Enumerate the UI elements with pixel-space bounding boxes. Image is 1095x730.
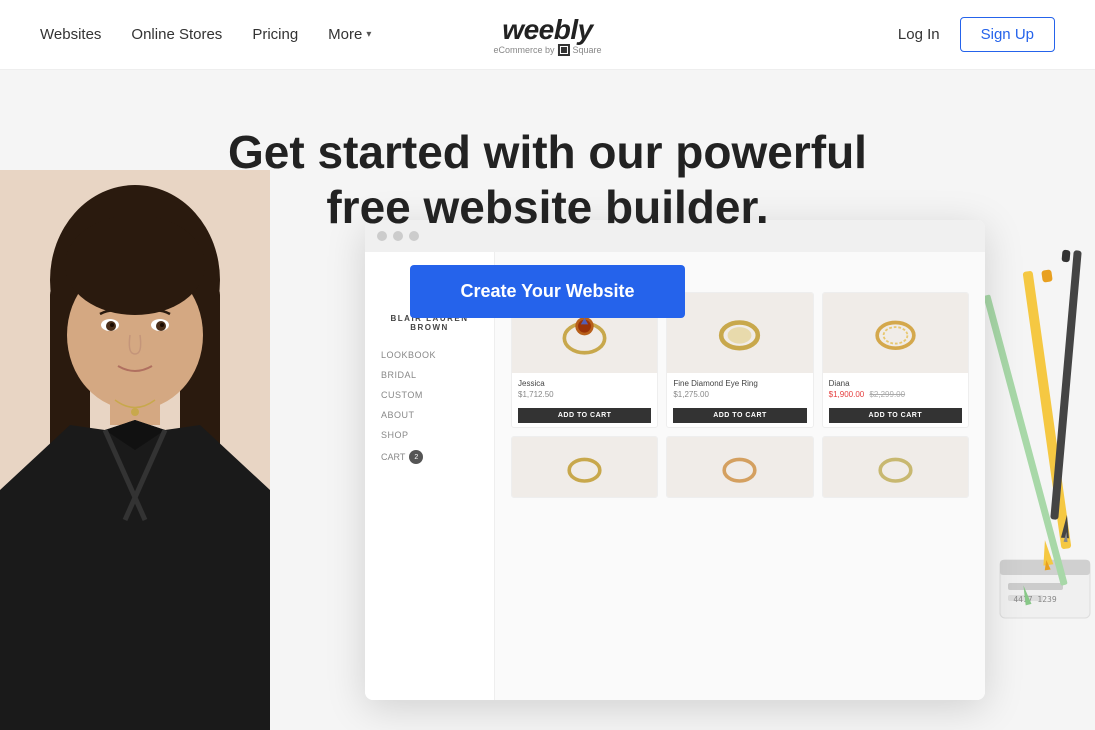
decoration-illustration: 4417 1239 (980, 170, 1095, 730)
person-illustration (0, 170, 270, 730)
ring-icon-4 (562, 445, 607, 490)
tagline: eCommerce by Square (493, 44, 601, 56)
mockup-body: BLAIR LAUREN BROWN LOOKBOOK BRIDAL CUSTO… (365, 252, 985, 700)
product-orig-price-3: $2,299.00 (869, 390, 905, 399)
logo: weebly eCommerce by Square (493, 14, 601, 56)
product-img-4 (512, 437, 657, 497)
mockup-sidebar: BLAIR LAUREN BROWN LOOKBOOK BRIDAL CUSTO… (365, 252, 495, 700)
person-photo (0, 170, 270, 730)
product-info-2: Fine Diamond Eye Ring $1,275.00 ADD TO C… (667, 373, 812, 427)
chevron-down-icon: ▾ (366, 29, 371, 40)
ring-icon-5 (717, 445, 762, 490)
hero-section: Get started with our powerful free websi… (0, 70, 1095, 730)
add-to-cart-3[interactable]: ADD TO CART (829, 408, 962, 423)
product-name-3: Diana (829, 379, 962, 388)
product-name-1: Jessica (518, 379, 651, 388)
mockup-nav-about: ABOUT (381, 410, 478, 420)
headline-text: Get started with our powerful free websi… (198, 125, 898, 235)
mockup-product-6 (822, 436, 969, 498)
nav-item-more[interactable]: More ▾ (328, 26, 371, 43)
nav-item-websites[interactable]: Websites (40, 26, 101, 43)
product-price-2: $1,275.00 (673, 390, 806, 399)
mockup-cart-label: CART (381, 452, 405, 462)
product-info-3: Diana $1,900.00 $2,299.00 ADD TO CART (823, 373, 968, 427)
product-img-5 (667, 437, 812, 497)
mockup-product-grid-2 (511, 436, 969, 498)
nav-item-online-stores[interactable]: Online Stores (131, 26, 222, 43)
login-button[interactable]: Log In (898, 26, 940, 43)
mockup-product-5 (666, 436, 813, 498)
hero-headline: Get started with our powerful free websi… (0, 70, 1095, 235)
mockup-content: BEST SELLERS Jessi (495, 252, 985, 700)
nav-item-pricing[interactable]: Pricing (252, 26, 298, 43)
nav-left: Websites Online Stores Pricing More ▾ (40, 26, 371, 43)
product-name-2: Fine Diamond Eye Ring (673, 379, 806, 388)
mockup-product-4 (511, 436, 658, 498)
decoration-svg: 4417 1239 (980, 170, 1095, 730)
product-info-1: Jessica $1,712.50 ADD TO CART (512, 373, 657, 427)
signup-button[interactable]: Sign Up (960, 17, 1055, 52)
mockup-nav-bridal: BRIDAL (381, 370, 478, 380)
mockup-nav-lookbook: LOOKBOOK (381, 350, 478, 360)
add-to-cart-1[interactable]: ADD TO CART (518, 408, 651, 423)
product-sale-price-3: $1,900.00 (829, 390, 865, 399)
svg-text:4417 1239: 4417 1239 (1013, 595, 1057, 604)
create-website-button[interactable]: Create Your Website (410, 265, 684, 318)
brand-name: weebly (493, 14, 601, 46)
mockup-cart: CART 2 (381, 450, 478, 464)
mockup-nav-custom: CUSTOM (381, 390, 478, 400)
product-img-6 (823, 437, 968, 497)
product-price-3: $1,900.00 $2,299.00 (829, 390, 962, 399)
product-price-1: $1,712.50 (518, 390, 651, 399)
add-to-cart-2[interactable]: ADD TO CART (673, 408, 806, 423)
header: Websites Online Stores Pricing More ▾ we… (0, 0, 1095, 70)
ring-icon-6 (873, 445, 918, 490)
square-logo-icon (558, 44, 570, 56)
nav-right: Log In Sign Up (898, 17, 1055, 52)
cta-area: Create Your Website (0, 265, 1095, 318)
mockup-nav-shop: SHOP (381, 430, 478, 440)
mockup-cart-badge: 2 (409, 450, 423, 464)
nav-more-label[interactable]: More (328, 26, 362, 43)
